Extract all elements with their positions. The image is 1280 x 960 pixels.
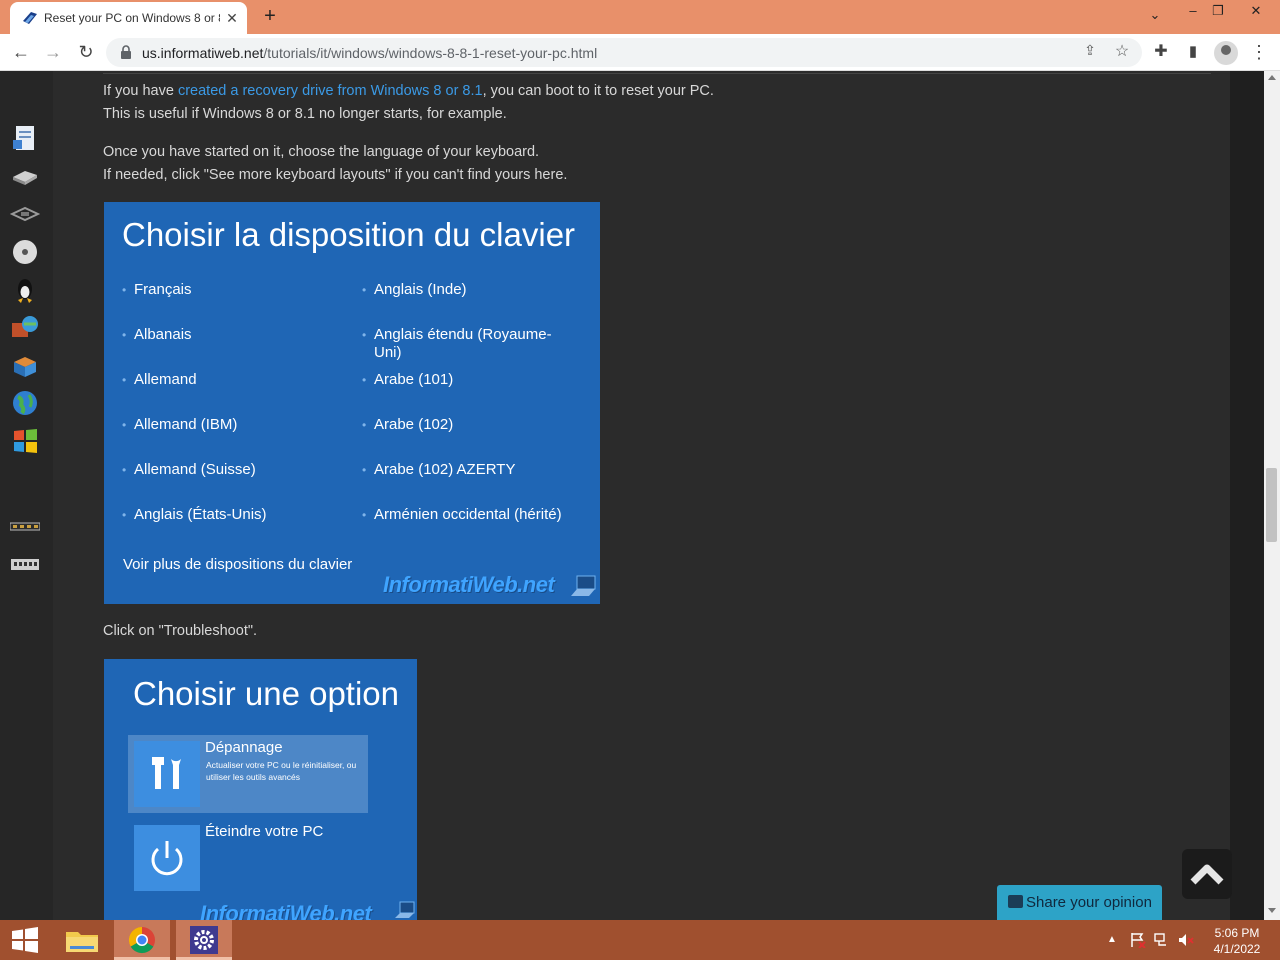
tab-search-chevron-icon[interactable]: ⌄ <box>1144 7 1166 27</box>
windows-taskbar: ▲ 5:06 PM 4/1/2022 <box>0 920 1280 960</box>
tab-strip: Reset your PC on Windows 8 or 8.1 ✕ + ⌄ … <box>0 0 1280 34</box>
more-layouts-text: Voir plus de dispositions du clavier <box>123 556 353 573</box>
page-right-margin <box>1230 71 1264 920</box>
tools-icon <box>134 741 200 807</box>
chrome-taskbar-button[interactable] <box>114 920 170 960</box>
clock-time: 5:06 PM <box>1214 926 1260 940</box>
volume-muted-icon[interactable] <box>1178 932 1194 948</box>
action-center-flag-icon[interactable] <box>1130 932 1146 948</box>
troubleshoot-option: Dépannage Actualiser votre PC ou le réin… <box>128 735 368 813</box>
scroll-down-arrow-icon[interactable] <box>1268 908 1276 913</box>
lock-icon[interactable] <box>120 45 132 59</box>
keyboard-layout-item: Allemand (IBM) <box>122 416 342 434</box>
article-paragraph: This is useful if Windows 8 or 8.1 no lo… <box>103 106 507 122</box>
file-explorer-taskbar-button[interactable] <box>54 920 110 960</box>
reload-icon[interactable]: ↻ <box>73 40 99 66</box>
tab-close-icon[interactable]: ✕ <box>223 9 241 27</box>
network-firewall-icon[interactable] <box>10 314 40 342</box>
keyboard-layout-item: Allemand (Suisse) <box>122 461 342 479</box>
clock-date: 4/1/2022 <box>1213 942 1261 956</box>
keyboard-layout-item: Allemand <box>122 371 342 389</box>
screenshot-title: Choisir la disposition du clavier <box>122 216 576 253</box>
gear-icon <box>190 926 218 954</box>
document-icon[interactable] <box>10 124 40 152</box>
network-icon[interactable] <box>1154 932 1170 948</box>
extensions-puzzle-icon[interactable]: ✚ <box>1148 40 1174 66</box>
window-close-button[interactable]: ✕ <box>1232 0 1280 28</box>
folder-icon <box>66 932 98 952</box>
back-arrow-icon[interactable]: ← <box>8 40 34 66</box>
shutdown-label: Éteindre votre PC <box>205 823 324 840</box>
chevron-up-icon <box>1190 864 1224 885</box>
laptop-logo-icon <box>571 575 596 596</box>
chrome-icon <box>128 926 155 954</box>
virtualization-boxes-icon[interactable] <box>10 352 40 380</box>
article-content: If you have created a recovery drive fro… <box>53 71 1230 920</box>
windows-logo-icon[interactable] <box>10 427 40 455</box>
windows-start-icon <box>12 927 38 953</box>
informatiweb-favicon-icon <box>23 12 37 24</box>
hard-drive-icon[interactable] <box>10 163 40 191</box>
article-paragraph: Once you have started on it, choose the … <box>103 144 540 160</box>
category-sidebar <box>0 71 53 920</box>
url-text[interactable]: us.informatiweb.net/tutorials/it/windows… <box>142 45 597 61</box>
article-paragraph: If needed, click "See more keyboard layo… <box>103 167 568 183</box>
network-switch-icon[interactable] <box>10 551 40 579</box>
article-paragraph: If you have created a recovery drive fro… <box>103 83 714 99</box>
keyboard-layout-item: Anglais (Inde) <box>362 281 582 299</box>
divider <box>103 73 1211 74</box>
shutdown-option: Éteindre votre PC <box>128 819 368 897</box>
globe-icon[interactable] <box>10 389 40 417</box>
keyboard-layout-item: Arabe (101) <box>362 371 582 389</box>
forward-arrow-icon[interactable]: → <box>40 40 66 66</box>
choose-option-screenshot: Choisir une option Dépannage Actualiser … <box>104 659 417 920</box>
address-bar[interactable]: us.informatiweb.net/tutorials/it/windows… <box>106 38 1142 67</box>
site-watermark: InformatiWeb.net <box>383 572 555 597</box>
keyboard-layout-item: Albanais <box>122 326 342 344</box>
keyboard-layout-item: Arabe (102) <box>362 416 582 434</box>
recovery-drive-link[interactable]: created a recovery drive from Windows 8 … <box>178 83 483 99</box>
vertical-scrollbar[interactable] <box>1264 71 1280 920</box>
keyboard-layout-item: Français <box>122 281 342 299</box>
scrollbar-thumb[interactable] <box>1266 468 1277 542</box>
browser-tab[interactable]: Reset your PC on Windows 8 or 8.1 ✕ <box>10 2 247 34</box>
motherboard-icon[interactable] <box>10 201 40 229</box>
tab-title: Reset your PC on Windows 8 or 8.1 <box>44 11 220 25</box>
share-opinion-button[interactable]: Share your opinion <box>997 885 1162 920</box>
start-button[interactable] <box>0 920 50 960</box>
keyboard-layout-screenshot: Choisir la disposition du clavier França… <box>104 202 600 604</box>
power-icon <box>134 825 200 891</box>
keyboard-layout-item: Arabe (102) AZERTY <box>362 461 582 479</box>
cd-disc-icon[interactable] <box>10 238 40 266</box>
new-tab-button[interactable]: + <box>258 5 282 29</box>
window-restore-button[interactable]: ❐ <box>1203 0 1233 28</box>
settings-taskbar-button[interactable] <box>176 920 232 960</box>
troubleshoot-label: Dépannage <box>205 739 283 756</box>
scroll-to-top-button[interactable] <box>1182 849 1232 899</box>
site-watermark: InformatiWeb.net <box>200 901 372 920</box>
keyboard-layout-item: Arménien occidental (hérité) <box>362 506 592 524</box>
profile-avatar-icon[interactable] <box>1214 41 1238 65</box>
keyboard-layout-item: Anglais (États-Unis) <box>122 506 342 524</box>
system-clock[interactable]: 5:06 PM 4/1/2022 <box>1204 925 1270 957</box>
side-panel-icon[interactable]: ▮ <box>1180 40 1206 66</box>
laptop-logo-icon <box>395 901 415 918</box>
bookmark-star-icon[interactable]: ☆ <box>1112 41 1132 61</box>
share-opinion-label: Share your opinion <box>1026 894 1152 911</box>
web-page: If you have created a recovery drive fro… <box>0 71 1264 920</box>
keyboard-layout-item: Anglais étendu (Royaume-Uni) <box>362 326 567 362</box>
tray-expand-chevron-icon[interactable]: ▲ <box>1107 934 1117 945</box>
troubleshoot-description: Actualiser votre PC ou le réinitialiser,… <box>206 760 357 782</box>
share-page-icon[interactable]: ⇪ <box>1080 42 1100 62</box>
screenshot-title: Choisir une option <box>133 675 399 712</box>
chat-bubble-icon <box>1008 895 1023 908</box>
linux-penguin-icon[interactable] <box>10 276 40 304</box>
article-paragraph: Click on "Troubleshoot". <box>103 623 258 639</box>
browser-toolbar: ← → ↻ us.informatiweb.net/tutorials/it/w… <box>0 34 1280 71</box>
scroll-up-arrow-icon[interactable] <box>1268 75 1276 80</box>
ram-module-icon[interactable] <box>10 513 40 541</box>
browser-menu-icon[interactable]: ⋮ <box>1246 40 1272 66</box>
